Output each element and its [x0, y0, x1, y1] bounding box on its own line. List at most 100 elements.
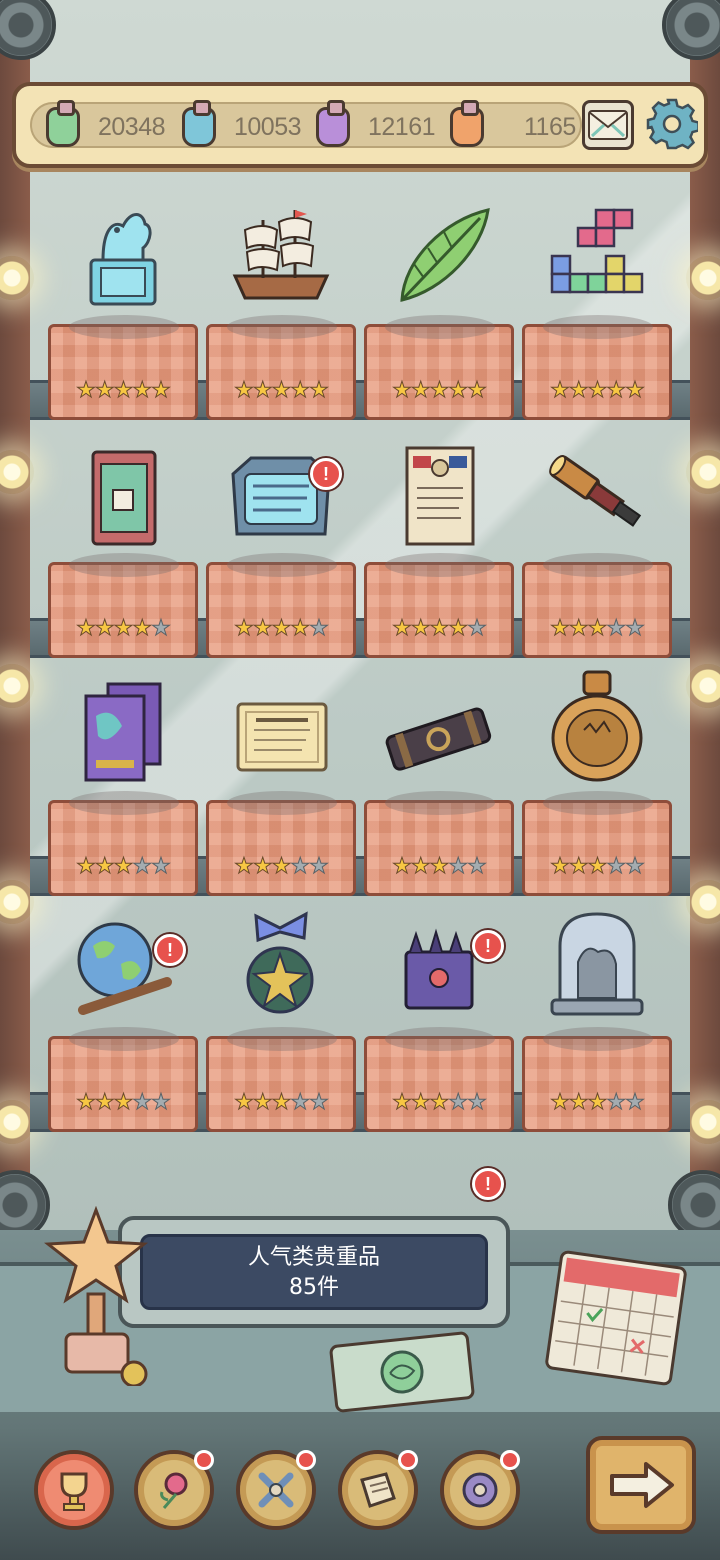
nav-gear[interactable] [440, 1450, 520, 1530]
star-empty-icon: ★ [467, 1090, 488, 1116]
collection-item-stacked-books[interactable]: ★★★★★ [48, 656, 198, 896]
star-empty-icon: ★ [448, 854, 469, 880]
item-plate [48, 315, 198, 420]
settings-button[interactable] [644, 96, 700, 152]
medal-icon [216, 892, 346, 1022]
star-empty-icon: ★ [625, 1090, 646, 1116]
star-filled-icon: ★ [132, 378, 153, 404]
star-empty-icon: ★ [151, 1090, 172, 1116]
star-filled-icon: ★ [568, 616, 589, 642]
collection-item-block-puzzle[interactable]: ★★★★★ [522, 180, 672, 420]
star-filled-icon: ★ [410, 1090, 431, 1116]
star-rating: ★★★★★ [522, 1090, 672, 1116]
star-empty-icon: ★ [132, 1090, 153, 1116]
star-filled-icon: ★ [587, 616, 608, 642]
collection-item-jade-dragon-statue[interactable]: ★★★★★ [48, 180, 198, 420]
star-filled-icon: ★ [392, 854, 413, 880]
nav-trophy-cup[interactable] [34, 1450, 114, 1530]
scroll-map-icon [360, 1472, 396, 1508]
star-filled-icon: ★ [113, 854, 134, 880]
star-filled-icon: ★ [448, 378, 469, 404]
star-filled-icon: ★ [271, 378, 292, 404]
collection-item-brass-telescope[interactable]: ★★★★★ [522, 418, 672, 658]
nav-rose[interactable] [134, 1450, 214, 1530]
star-filled-icon: ★ [550, 854, 571, 880]
plaque-label: 人气类贵重品 85件 [140, 1234, 488, 1310]
currency-value: 20348 [98, 112, 166, 141]
alert-badge-icon: ! [472, 1168, 504, 1200]
star-filled-icon: ★ [410, 378, 431, 404]
currency-bar: 20348 10053 12161 1165 [12, 82, 708, 168]
nav-scroll-map[interactable] [338, 1450, 418, 1530]
collection-item-inscribed-stone-tablet[interactable]: ! ★★★★★ [206, 418, 356, 658]
next-button[interactable] [586, 1436, 696, 1534]
collection-item-bound-scroll-case[interactable]: ★★★★★ [364, 656, 514, 896]
declaration-document-icon [374, 418, 504, 548]
plaque-count: 85件 [289, 1275, 339, 1300]
star-filled-icon: ★ [76, 1090, 97, 1116]
star-rating: ★★★★★ [522, 378, 672, 404]
star-trophy[interactable] [43, 1205, 154, 1388]
star-filled-icon: ★ [550, 616, 571, 642]
star-filled-icon: ★ [568, 378, 589, 404]
mail-button[interactable] [582, 100, 634, 150]
star-filled-icon: ★ [94, 854, 115, 880]
star-rating: ★★★★★ [48, 616, 198, 642]
star-filled-icon: ★ [94, 616, 115, 642]
star-empty-icon: ★ [151, 854, 172, 880]
star-filled-icon: ★ [113, 616, 134, 642]
blue-potion-bottle-icon [182, 100, 216, 147]
orange-potion-bottle-icon [450, 100, 484, 147]
collection-item-globe-on-stand[interactable]: ! ★★★★★ [48, 892, 198, 1132]
collection-item-medal-with-ribbon[interactable]: ★★★★★ [206, 892, 356, 1132]
star-filled-icon: ★ [587, 854, 608, 880]
star-filled-icon: ★ [290, 616, 311, 642]
star-empty-icon: ★ [290, 1090, 311, 1116]
notification-dot [194, 1450, 214, 1470]
category-plaque[interactable]: 人气类贵重品 85件 [118, 1216, 510, 1328]
collection-item-green-feather-quill[interactable]: ★★★★★ [364, 180, 514, 420]
collection-item-glass-dome-statue[interactable]: ★★★★★ [522, 892, 672, 1132]
alert-badge-icon: ! [472, 930, 504, 962]
calendar[interactable] [544, 1249, 688, 1387]
star-filled-icon: ★ [76, 616, 97, 642]
item-plate [364, 1027, 514, 1132]
star-empty-icon: ★ [467, 616, 488, 642]
collection-item-sailing-ship-model[interactable]: ★★★★★ [206, 180, 356, 420]
star-filled-icon: ★ [467, 378, 488, 404]
currency-blue[interactable]: 10053 [182, 100, 302, 150]
star-rating: ★★★★★ [206, 616, 356, 642]
star-filled-icon: ★ [410, 616, 431, 642]
gear-icon [646, 98, 698, 150]
collection-item-bronze-vase[interactable]: ★★★★★ [522, 656, 672, 896]
star-empty-icon: ★ [309, 616, 330, 642]
currency-orange[interactable]: 1165 [450, 100, 576, 150]
sailing-ship-icon [216, 180, 346, 310]
bronze-vase-icon [532, 656, 662, 786]
collection-item-dark-spiked-chest[interactable]: ! ★★★★★ [364, 892, 514, 1132]
star-filled-icon: ★ [550, 1090, 571, 1116]
star-rating: ★★★★★ [522, 854, 672, 880]
star-empty-icon: ★ [151, 616, 172, 642]
collection-item-ancient-book-box[interactable]: ★★★★★ [48, 418, 198, 658]
currency-green[interactable]: 20348 [46, 100, 166, 150]
star-filled-icon: ★ [606, 378, 627, 404]
collection-item-cairo-declaration-card[interactable]: ★★★★★ [206, 656, 356, 896]
star-filled-icon: ★ [429, 854, 450, 880]
arrow-right-icon [610, 1462, 674, 1508]
item-plate [522, 1027, 672, 1132]
item-plate [48, 1027, 198, 1132]
star-filled-icon: ★ [76, 378, 97, 404]
star-empty-icon: ★ [467, 854, 488, 880]
star-filled-icon: ★ [113, 1090, 134, 1116]
collection-item-declaration-document[interactable]: ★★★★★ [364, 418, 514, 658]
nav-crossed-tools[interactable] [236, 1450, 316, 1530]
currency-purple[interactable]: 12161 [316, 100, 436, 150]
star-filled-icon: ★ [410, 854, 431, 880]
map-scroll[interactable] [328, 1330, 476, 1414]
star-filled-icon: ★ [252, 854, 273, 880]
star-rating: ★★★★★ [48, 854, 198, 880]
plaque-title: 人气类贵重品 [247, 1245, 380, 1270]
notification-dot [500, 1450, 520, 1470]
star-empty-icon: ★ [606, 1090, 627, 1116]
